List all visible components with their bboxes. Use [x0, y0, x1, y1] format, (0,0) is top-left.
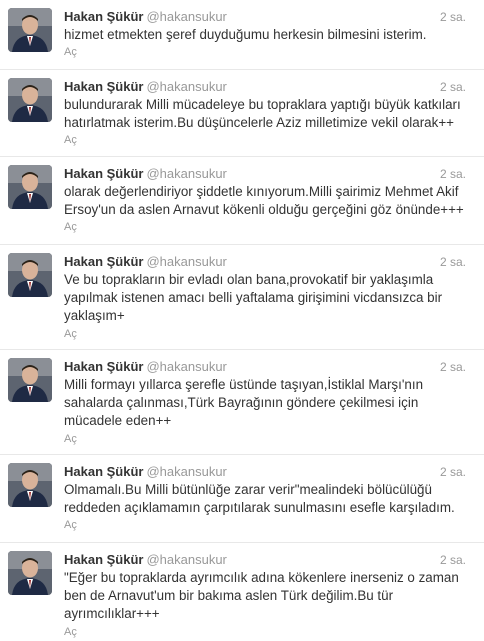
avatar[interactable] [8, 253, 52, 297]
tweet-header: Hakan Şükür @hakansukur 2 sa. [64, 254, 476, 270]
tweet-header: Hakan Şükür @hakansukur 2 sa. [64, 464, 476, 480]
tweet-text: Ve bu toprakların bir evladı olan bana,p… [64, 272, 443, 323]
author-handle[interactable]: @hakansukur [146, 9, 226, 24]
tweet-text: Olmamalı.Bu Milli bütünlüğe zarar verir"… [64, 482, 455, 515]
tweet-timestamp[interactable]: 2 sa. [440, 166, 466, 182]
avatar[interactable] [8, 551, 52, 595]
author-handle[interactable]: @hakansukur [146, 79, 226, 94]
expand-link[interactable]: Aç [64, 46, 77, 58]
tweet-item[interactable]: Hakan Şükür @hakansukur 2 sa. olarak değe… [0, 157, 484, 245]
tweet-timeline: Hakan Şükür @hakansukur 2 sa. hizmet etme… [0, 0, 484, 641]
author-name[interactable]: Hakan Şükür [64, 552, 143, 567]
tweet-timestamp[interactable]: 2 sa. [440, 254, 466, 270]
author-name[interactable]: Hakan Şükür [64, 464, 143, 479]
tweet-text: Milli formayı yıllarca şerefle üstünde t… [64, 377, 424, 428]
tweet-header: Hakan Şükür @hakansukur 2 sa. [64, 79, 476, 95]
tweet-timestamp[interactable]: 2 sa. [440, 464, 466, 480]
tweet-item[interactable]: Hakan Şükür @hakansukur 2 sa. bulundurara… [0, 70, 484, 157]
avatar[interactable] [8, 8, 52, 52]
expand-link[interactable]: Aç [64, 433, 77, 445]
expand-link[interactable]: Aç [64, 134, 77, 146]
avatar[interactable] [8, 358, 52, 402]
tweet-text: hizmet etmekten şeref duyduğumu herkesin… [64, 27, 427, 42]
tweet-header: Hakan Şükür @hakansukur 2 sa. [64, 166, 476, 182]
author-handle[interactable]: @hakansukur [146, 166, 226, 181]
avatar[interactable] [8, 165, 52, 209]
expand-link[interactable]: Aç [64, 626, 77, 638]
tweet-timestamp[interactable]: 2 sa. [440, 552, 466, 568]
author-name[interactable]: Hakan Şükür [64, 9, 143, 24]
tweet-item[interactable]: Hakan Şükür @hakansukur 2 sa. "Eğer bu to… [0, 543, 484, 641]
author-name[interactable]: Hakan Şükür [64, 359, 143, 374]
author-name[interactable]: Hakan Şükür [64, 254, 143, 269]
tweet-timestamp[interactable]: 2 sa. [440, 79, 466, 95]
tweet-text: olarak değerlendiriyor şiddetle kınıyoru… [64, 184, 464, 217]
expand-link[interactable]: Aç [64, 328, 77, 340]
tweet-item[interactable]: Hakan Şükür @hakansukur 2 sa. Ve bu topra… [0, 245, 484, 350]
author-name[interactable]: Hakan Şükür [64, 79, 143, 94]
author-handle[interactable]: @hakansukur [146, 464, 226, 479]
tweet-item[interactable]: Hakan Şükür @hakansukur 2 sa. Milli forma… [0, 350, 484, 455]
avatar[interactable] [8, 78, 52, 122]
tweet-header: Hakan Şükür @hakansukur 2 sa. [64, 9, 476, 25]
tweet-timestamp[interactable]: 2 sa. [440, 9, 466, 25]
author-name[interactable]: Hakan Şükür [64, 166, 143, 181]
expand-link[interactable]: Aç [64, 221, 77, 233]
tweet-timestamp[interactable]: 2 sa. [440, 359, 466, 375]
tweet-text: "Eğer bu topraklarda ayrımcılık adına kö… [64, 570, 459, 621]
tweet-item[interactable]: Hakan Şükür @hakansukur 2 sa. hizmet etme… [0, 0, 484, 70]
author-handle[interactable]: @hakansukur [146, 254, 226, 269]
tweet-header: Hakan Şükür @hakansukur 2 sa. [64, 552, 476, 568]
author-handle[interactable]: @hakansukur [146, 359, 226, 374]
author-handle[interactable]: @hakansukur [146, 552, 226, 567]
tweet-header: Hakan Şükür @hakansukur 2 sa. [64, 359, 476, 375]
tweet-text: bulundurarak Milli mücadeleye bu toprakl… [64, 97, 461, 130]
tweet-item[interactable]: Hakan Şükür @hakansukur 2 sa. Olmamalı.Bu… [0, 455, 484, 543]
avatar[interactable] [8, 463, 52, 507]
expand-link[interactable]: Aç [64, 519, 77, 531]
